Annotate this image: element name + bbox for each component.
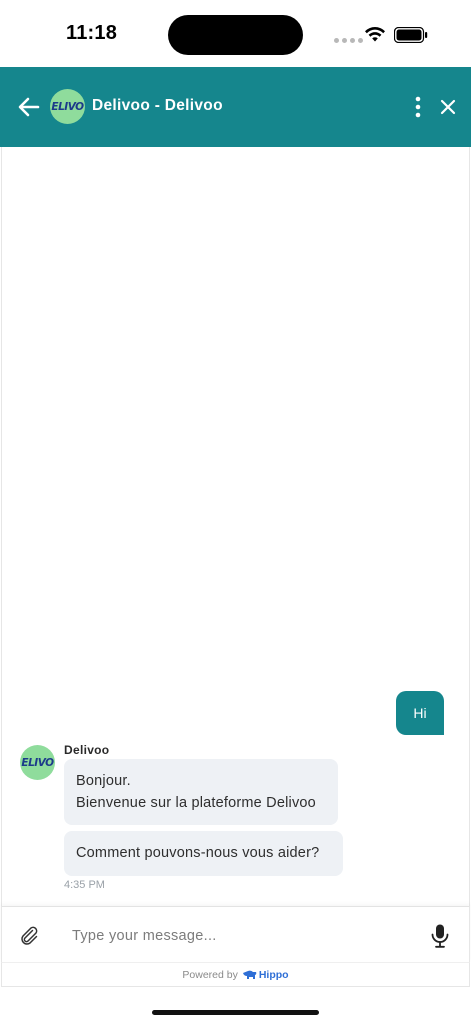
close-icon[interactable] bbox=[437, 96, 459, 118]
sender-avatar: ELIVO bbox=[20, 745, 55, 780]
back-arrow-icon[interactable] bbox=[16, 94, 42, 120]
delivoo-logo: ELIVO bbox=[21, 756, 54, 769]
message-line: Bonjour. bbox=[76, 773, 131, 789]
message-input[interactable] bbox=[62, 921, 412, 951]
message-timestamp: 4:35 PM bbox=[64, 879, 105, 891]
hippo-brand-text: Hippo bbox=[258, 968, 289, 981]
status-bar: 11:18 bbox=[0, 0, 471, 67]
status-time: 11:18 bbox=[66, 22, 118, 44]
sender-name: Delivoo bbox=[64, 743, 110, 757]
battery-icon bbox=[394, 27, 428, 43]
outgoing-message-text: Hi bbox=[413, 705, 427, 721]
wifi-icon bbox=[365, 26, 385, 42]
message-composer bbox=[1, 906, 470, 962]
delivoo-logo: ELIVO bbox=[51, 100, 84, 113]
more-vertical-icon[interactable] bbox=[408, 94, 428, 120]
powered-by-label: Powered by bbox=[182, 968, 238, 981]
incoming-message: Bonjour. Bienvenue sur la plateforme Del… bbox=[64, 759, 338, 825]
page-title: Delivoo - Delivoo bbox=[92, 97, 223, 114]
dynamic-island bbox=[168, 15, 303, 55]
paperclip-icon[interactable] bbox=[18, 924, 40, 946]
microphone-icon[interactable] bbox=[430, 923, 450, 949]
outgoing-message: Hi bbox=[396, 691, 444, 735]
home-indicator[interactable] bbox=[152, 1010, 319, 1015]
chat-header: ELIVO Delivoo - Delivoo bbox=[0, 67, 471, 147]
cellular-signal-icon bbox=[334, 38, 363, 43]
powered-by-footer: Powered by Hippo bbox=[1, 962, 470, 987]
hippo-icon bbox=[242, 970, 257, 979]
incoming-message: Comment pouvons-nous vous aider? bbox=[64, 831, 343, 876]
hippo-logo[interactable]: Hippo bbox=[242, 968, 289, 981]
avatar: ELIVO bbox=[50, 89, 85, 124]
message-line: Comment pouvons-nous vous aider? bbox=[76, 845, 320, 861]
message-line: Bienvenue sur la plateforme Delivoo bbox=[76, 795, 316, 811]
